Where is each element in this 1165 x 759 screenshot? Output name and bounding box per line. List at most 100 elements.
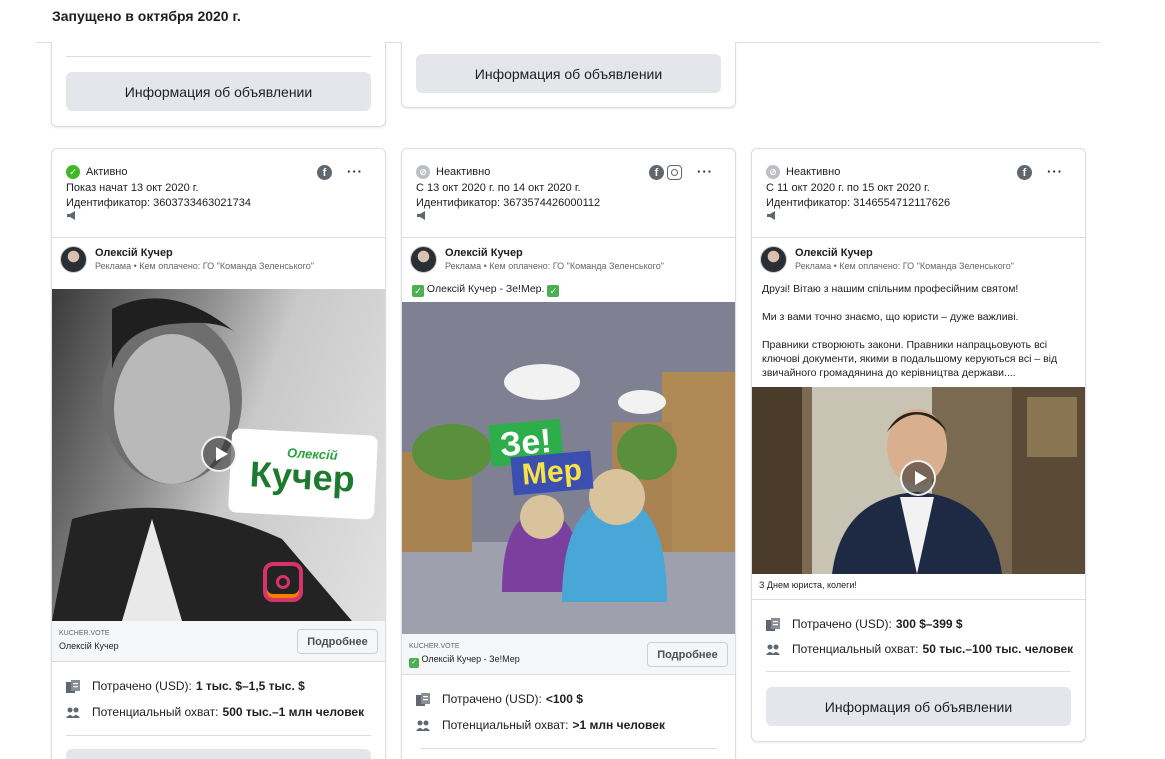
advertiser-subtitle: Реклама • Кем оплачено: ГО "Команда Зеле… <box>445 261 664 271</box>
advertiser-header: Олексій Кучер Реклама • Кем оплачено: ГО… <box>760 246 1014 273</box>
advertiser-name[interactable]: Олексій Кучер <box>445 247 664 259</box>
instagram-icon <box>667 165 682 180</box>
reach-value: 50 тыс.–100 тыс. человек <box>922 642 1074 656</box>
reach-label: Потенциальный охват: <box>92 705 219 719</box>
ad-info-button[interactable]: Информация об объявлении <box>66 72 371 111</box>
divider <box>420 748 717 749</box>
ad-card: ⊘ Неактивно С 13 окт 2020 г. по 14 окт 2… <box>401 148 736 759</box>
divider <box>752 237 1085 238</box>
status-row: ✓ Активно <box>66 165 128 179</box>
divider <box>52 237 385 238</box>
receipt-icon <box>66 679 80 693</box>
status-row: ⊘ Неактивно <box>416 165 490 179</box>
receipt-icon <box>766 617 780 631</box>
ad-id: Идентификатор: 3673574426000112 <box>416 197 601 209</box>
link-title: Олексій Кучер - Зе!Мер <box>421 654 520 664</box>
checkmark-icon: ✓ <box>547 285 560 297</box>
divider <box>766 671 1071 672</box>
divider <box>402 237 735 238</box>
link-title: Олексій Кучер <box>59 641 119 651</box>
instagram-logo-icon <box>263 562 303 602</box>
candidate-logo: Олексій Кучер <box>227 428 379 520</box>
ad-video[interactable] <box>752 387 1085 574</box>
people-icon <box>66 707 80 718</box>
ad-id: Идентификатор: 3146554712117626 <box>766 197 951 209</box>
spent-value: 300 $–399 $ <box>895 617 963 631</box>
advertiser-name[interactable]: Олексій Кучер <box>95 247 314 259</box>
checkmark-icon: ✓ <box>412 285 424 297</box>
ad-info-button[interactable]: Информация об объявлении <box>416 54 721 93</box>
reach-row: Потенциальный охват: 500 тыс.–1 млн чело… <box>66 705 364 719</box>
reach-label: Потенциальный охват: <box>792 642 919 656</box>
page-title: Запущено в октября 2020 г. <box>52 8 241 24</box>
sign-mer: Мер <box>510 450 594 496</box>
avatar[interactable] <box>410 246 437 273</box>
spent-value: 1 тыс. $–1,5 тыс. $ <box>195 679 305 693</box>
ad-text-paragraph: Друзі! Вітаю з нашим спільним професійни… <box>762 283 1019 295</box>
play-icon[interactable] <box>201 436 237 472</box>
advertiser-header: Олексій Кучер Реклама • Кем оплачено: ГО… <box>60 246 314 273</box>
advertiser-name[interactable]: Олексій Кучер <box>795 247 1014 259</box>
reach-value: >1 млн человек <box>572 718 665 732</box>
spent-row: Потрачено (USD): 1 тыс. $–1,5 тыс. $ <box>66 679 305 693</box>
facebook-icon: f <box>649 165 664 180</box>
divider <box>402 674 735 675</box>
megaphone-icon <box>417 211 425 220</box>
inactive-icon: ⊘ <box>416 165 430 179</box>
status-label: Активно <box>86 166 128 178</box>
link-title-row: ✓ Олексій Кучер - Зе!Мер <box>409 654 520 668</box>
ad-video[interactable]: Зе! Мер <box>402 302 735 634</box>
link-domain: KUCHER.VOTE <box>59 630 110 637</box>
reach-label: Потенциальный охват: <box>442 718 569 732</box>
ad-video[interactable]: Олексій Кучер <box>52 289 385 621</box>
divider <box>66 735 371 736</box>
spent-row: Потрачено (USD): 300 $–399 $ <box>766 617 963 631</box>
divider <box>52 661 385 662</box>
more-options-icon[interactable]: ··· <box>697 164 713 179</box>
check-icon: ✓ <box>66 165 80 179</box>
advertiser-subtitle: Реклама • Кем оплачено: ГО "Команда Зеле… <box>795 261 1014 271</box>
learn-more-button[interactable]: Подробнее <box>297 629 378 654</box>
ad-text-paragraph: Правники створюють закони. Правники напр… <box>762 339 1058 379</box>
inactive-icon: ⊘ <box>766 165 780 179</box>
avatar[interactable] <box>60 246 87 273</box>
ad-card: ⊘ Неактивно С 11 окт 2020 г. по 15 окт 2… <box>751 148 1086 742</box>
spent-value: <100 $ <box>545 692 583 706</box>
status-row: ⊘ Неактивно <box>766 165 840 179</box>
receipt-icon <box>416 692 430 706</box>
run-dates: Показ начат 13 окт 2020 г. <box>66 182 199 194</box>
link-preview[interactable]: KUCHER.VOTE ✓ Олексій Кучер - Зе!Мер Под… <box>402 634 735 674</box>
link-domain: KUCHER.VOTE <box>409 643 460 650</box>
ad-id: Идентификатор: 3603733463021734 <box>66 197 251 209</box>
spent-label: Потрачено (USD): <box>792 617 892 631</box>
link-preview[interactable]: KUCHER.VOTE Олексій Кучер Подробнее <box>52 621 385 661</box>
spent-label: Потрачено (USD): <box>92 679 192 693</box>
ad-text-body: Олексій Кучер - Зе!Мер. <box>426 283 545 295</box>
status-label: Неактивно <box>786 166 841 178</box>
ad-text: ✓ Олексій Кучер - Зе!Мер. ✓ <box>412 282 725 297</box>
run-dates: С 13 окт 2020 г. по 14 окт 2020 г. <box>416 182 581 194</box>
people-icon <box>766 644 780 655</box>
ad-info-button[interactable]: Информация об объявлении <box>66 749 371 759</box>
divider <box>752 599 1085 600</box>
status-label: Неактивно <box>436 166 491 178</box>
checkmark-icon: ✓ <box>409 658 419 668</box>
advertiser-header: Олексій Кучер Реклама • Кем оплачено: ГО… <box>410 246 664 273</box>
ad-info-button[interactable]: Информация об объявлении <box>766 687 1071 726</box>
spent-row: Потрачено (USD): <100 $ <box>416 692 583 706</box>
run-dates: С 11 окт 2020 г. по 15 окт 2020 г. <box>766 182 930 194</box>
more-options-icon[interactable]: ··· <box>347 164 363 179</box>
divider <box>66 56 371 57</box>
facebook-icon: f <box>317 165 332 180</box>
ad-card: ✓ Активно Показ начат 13 окт 2020 г. Иде… <box>51 148 386 759</box>
ad-card-top-1: Информация об объявлении <box>51 42 386 127</box>
megaphone-icon <box>767 211 775 220</box>
video-caption: З Днем юриста, колеги! <box>759 580 857 590</box>
reach-value: 500 тыс.–1 млн человек <box>222 705 365 719</box>
more-options-icon[interactable]: ··· <box>1047 164 1063 179</box>
advertiser-subtitle: Реклама • Кем оплачено: ГО "Команда Зеле… <box>95 261 314 271</box>
learn-more-button[interactable]: Подробнее <box>647 642 728 667</box>
play-icon[interactable] <box>900 460 936 496</box>
reach-row: Потенциальный охват: >1 млн человек <box>416 718 665 732</box>
avatar[interactable] <box>760 246 787 273</box>
